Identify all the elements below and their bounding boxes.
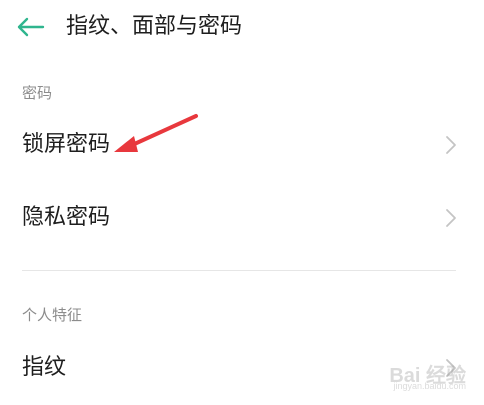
row-label: 指纹 [22, 355, 67, 380]
chevron-right-icon [446, 209, 456, 227]
back-button[interactable] [14, 10, 48, 44]
page-title: 指纹、面部与密码 [66, 14, 243, 39]
chevron-right-icon [446, 359, 456, 377]
row-label: 隐私密码 [22, 205, 111, 230]
fingerprint-row[interactable]: 指纹 [0, 340, 484, 396]
arrow-left-icon [17, 17, 45, 37]
section-title-personal-features: 个人特征 [22, 306, 83, 324]
privacy-password-row[interactable]: 隐私密码 [0, 190, 484, 246]
section-title-password: 密码 [22, 84, 53, 102]
section-divider [22, 270, 456, 271]
lock-screen-password-row[interactable]: 锁屏密码 [0, 117, 484, 173]
top-app-bar: 指纹、面部与密码 [0, 0, 484, 56]
row-label: 锁屏密码 [22, 132, 111, 157]
chevron-right-icon [446, 136, 456, 154]
